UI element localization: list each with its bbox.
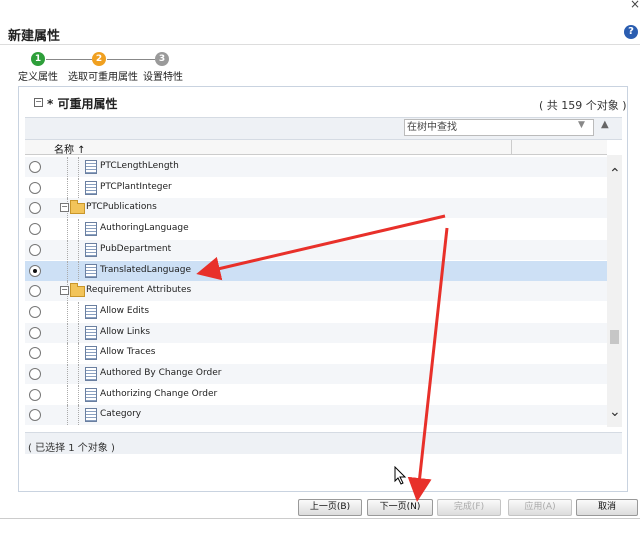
arrow-to-selected-row — [196, 214, 446, 281]
annotation-arrows — [196, 214, 449, 502]
mouse-cursor-icon — [394, 466, 407, 485]
arrow-to-next-button — [407, 227, 449, 502]
